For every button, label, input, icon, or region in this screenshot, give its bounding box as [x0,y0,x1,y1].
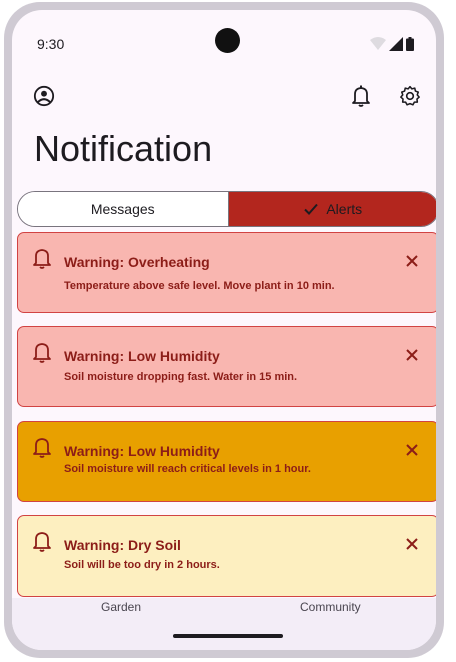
bell-icon [33,438,51,458]
tab-alerts[interactable]: Alerts [228,192,436,226]
battery-icon [406,37,414,51]
close-icon [406,538,418,550]
alert-body: Soil will be too dry in 2 hours. [64,559,220,571]
phone-frame: 9:30 Notification Messages Alerts Warnin… [4,2,444,658]
alert-card[interactable]: Warning: Low Humidity Soil moisture will… [17,421,436,502]
check-icon [304,203,319,215]
close-icon [406,444,418,456]
gear-icon [400,85,420,106]
tab-messages[interactable]: Messages [18,192,229,226]
wifi-icon [370,37,386,50]
nav-item-garden[interactable]: Garden [101,600,141,614]
notifications-button[interactable] [347,82,375,110]
home-indicator[interactable] [173,634,283,638]
bell-icon [352,85,370,107]
status-time: 9:30 [37,36,65,52]
tab-messages-label: Messages [90,201,155,217]
alert-card[interactable]: Warning: Low Humidity Soil moisture drop… [17,326,436,407]
alert-card[interactable]: Warning: Dry Soil Soil will be too dry i… [17,515,436,597]
tab-alerts-label: Alerts [326,201,363,217]
screen: 9:30 Notification Messages Alerts Warnin… [12,10,436,650]
alert-title: Warning: Overheating [64,254,210,270]
status-icons [370,37,414,51]
status-bar: 9:30 [12,10,436,66]
dismiss-button[interactable] [398,436,426,464]
alert-body: Temperature above safe level. Move plant… [64,280,335,292]
alert-title: Warning: Low Humidity [64,443,220,459]
alert-body: Soil moisture dropping fast. Water in 15… [64,371,298,383]
bell-icon [33,249,51,269]
dismiss-button[interactable] [398,530,426,558]
signal-icon [389,37,403,51]
alert-title: Warning: Low Humidity [64,348,220,364]
close-icon [406,255,418,267]
settings-button[interactable] [396,82,424,110]
close-icon [406,349,418,361]
account-button[interactable] [30,82,58,110]
dismiss-button[interactable] [398,341,426,369]
bell-icon [33,343,51,363]
alert-body: Soil moisture will reach critical levels… [64,463,311,475]
dismiss-button[interactable] [398,247,426,275]
account-circle-icon [33,85,55,107]
alert-card[interactable]: Warning: Overheating Temperature above s… [17,232,436,313]
segmented-tabs: Messages Alerts [17,191,436,227]
bottom-navigation: Garden Community [12,598,436,650]
bell-icon [33,532,51,552]
page-title: Notification [34,128,213,169]
top-app-bar [12,82,436,110]
alert-title: Warning: Dry Soil [64,537,181,553]
camera-cutout [215,28,240,53]
nav-item-community[interactable]: Community [300,600,361,614]
